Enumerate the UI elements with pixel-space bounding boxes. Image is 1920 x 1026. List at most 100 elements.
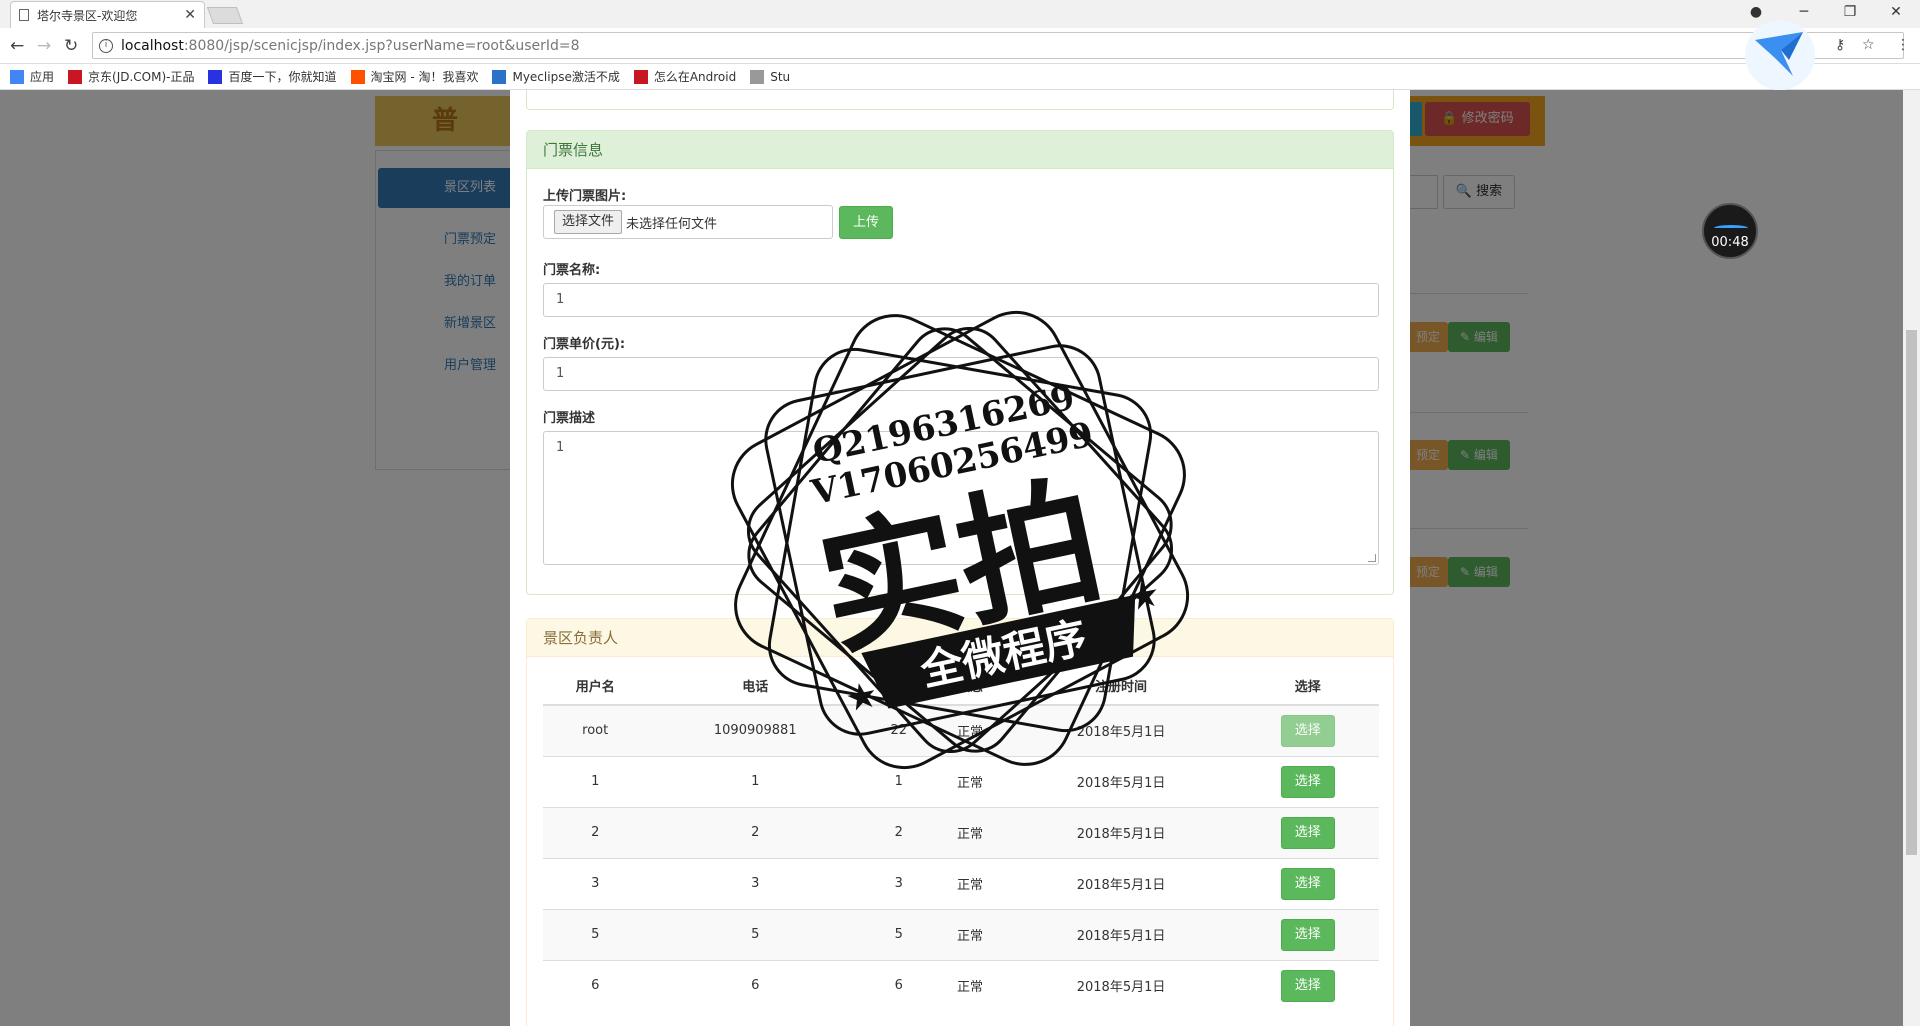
close-window-button[interactable]: ✕	[1876, 4, 1916, 20]
key-icon[interactable]: ⚷	[1835, 37, 1845, 53]
cell-phone: 1090909881	[647, 704, 864, 756]
bookmark-icon	[492, 69, 507, 84]
ticket-info-heading: 门票信息	[527, 131, 1393, 169]
column-header: 注册时间	[1005, 667, 1237, 706]
bookmark-item[interactable]: 百度一下，你就知道	[208, 68, 337, 85]
bookmark-icon	[68, 69, 83, 84]
upload-button[interactable]: 上传	[839, 206, 893, 239]
column-header: 邮箱	[863, 667, 935, 706]
cell-registered: 2018年5月1日	[1005, 755, 1237, 807]
browser-tab[interactable]: 塔尔寺景区-欢迎您 ✕	[10, 1, 205, 28]
bookmark-item[interactable]: 怎么在Android	[633, 68, 736, 85]
info-icon[interactable]: i	[99, 38, 113, 53]
forward-icon[interactable]: →	[37, 36, 51, 56]
cell-action: 选择	[1236, 908, 1379, 960]
select-user-button[interactable]: 选择	[1280, 765, 1335, 798]
bookmark-label: 淘宝网 - 淘！我喜欢	[370, 70, 479, 84]
table-row: 1 1 1 正常 2018年5月1日 选择	[543, 755, 1379, 807]
bookmark-icon	[750, 69, 765, 84]
cell-email: 22	[863, 704, 935, 756]
bookmark-label: 百度一下，你就知道	[228, 70, 337, 84]
bookmark-icon	[633, 69, 648, 84]
cell-phone: 5	[647, 908, 864, 960]
select-user-button[interactable]: 选择	[1280, 714, 1335, 747]
cell-username: 6	[543, 959, 648, 1011]
column-header: 选择	[1236, 667, 1379, 706]
cell-action: 选择	[1236, 755, 1379, 807]
new-tab-button[interactable]	[206, 7, 244, 24]
column-header: 状态	[934, 667, 1006, 706]
cell-registered: 2018年5月1日	[1005, 704, 1237, 756]
ticket-desc-value: 1	[556, 440, 565, 455]
bird-logo-icon	[1745, 20, 1815, 90]
profile-icon[interactable]: ●	[1736, 4, 1776, 20]
ticket-desc-label: 门票描述	[543, 411, 596, 426]
column-header: 电话	[647, 667, 864, 706]
bookmark-item[interactable]: 淘宝网 - 淘！我喜欢	[350, 68, 479, 85]
address-bar[interactable]: i localhost:8080/jsp/scenicjsp/index.jsp…	[92, 32, 1904, 59]
apps-icon	[10, 69, 24, 84]
bookmark-label: 应用	[30, 70, 55, 84]
cell-username: 5	[543, 908, 648, 960]
browser-toolbar: ← → ↻ i localhost:8080/jsp/scenicjsp/ind…	[0, 28, 1920, 64]
bookmark-label: Stu	[770, 69, 791, 84]
page-icon	[19, 9, 29, 21]
choose-file-button[interactable]: 选择文件	[554, 210, 623, 234]
back-icon[interactable]: ←	[10, 36, 24, 56]
cell-action: 选择	[1236, 806, 1379, 858]
select-user-button[interactable]: 选择	[1280, 867, 1335, 900]
cell-phone: 6	[647, 959, 864, 1011]
file-input[interactable]: 选择文件 未选择任何文件	[543, 205, 833, 239]
ticket-desc-textarea[interactable]: 1	[543, 431, 1379, 565]
bookmark-item[interactable]: Stu	[750, 69, 791, 84]
previous-panel-edge	[526, 90, 1394, 110]
cell-username: 2	[543, 806, 648, 858]
select-user-button[interactable]: 选择	[1280, 816, 1335, 849]
recording-timer: 00:48	[1702, 203, 1758, 259]
bookmark-item[interactable]: 应用	[10, 68, 54, 85]
table-row: 3 3 3 正常 2018年5月1日 选择	[543, 857, 1379, 909]
ticket-name-label: 门票名称:	[543, 263, 601, 278]
cell-phone: 2	[647, 806, 864, 858]
cell-email: 6	[863, 959, 935, 1011]
close-tab-icon[interactable]: ✕	[184, 7, 196, 23]
ticket-price-input[interactable]: 1	[543, 357, 1379, 391]
cell-registered: 2018年5月1日	[1005, 908, 1237, 960]
reload-icon[interactable]: ↻	[64, 36, 78, 56]
ticket-name-input[interactable]: 1	[543, 283, 1379, 317]
url-path: :8080/jsp/scenicjsp/index.jsp?userName=r…	[183, 37, 580, 54]
bookmark-label: 京东(JD.COM)-正品	[88, 70, 195, 84]
scenic-manager-panel: 景区负责人 用户名 电话 邮箱 状态 注册时间 选择 root 109090988…	[526, 618, 1394, 1026]
browser-tab-bar: 塔尔寺景区-欢迎您 ✕ ● ─ ❐ ✕	[0, 0, 1920, 28]
upload-label: 上传门票图片:	[543, 189, 627, 204]
scrollbar-thumb[interactable]	[1906, 330, 1917, 855]
select-user-button[interactable]: 选择	[1280, 969, 1335, 1002]
bookmark-item[interactable]: 京东(JD.COM)-正品	[68, 68, 194, 85]
cell-phone: 3	[647, 857, 864, 909]
wave-icon	[1714, 225, 1748, 231]
cell-status: 正常	[934, 755, 1006, 807]
manager-table: 用户名 电话 邮箱 状态 注册时间 选择 root 1090909881 22 正常 2…	[543, 667, 1379, 1011]
table-row: 6 6 6 正常 2018年5月1日 选择	[543, 959, 1379, 1011]
cell-email: 1	[863, 755, 935, 807]
bookmarks-bar: 应用 京东(JD.COM)-正品 百度一下，你就知道 淘宝网 - 淘！我喜欢 Myecl…	[0, 64, 1920, 90]
bookmark-icon	[208, 69, 223, 84]
cell-username: root	[543, 704, 648, 756]
table-row: 5 5 5 正常 2018年5月1日 选择	[543, 908, 1379, 960]
restore-button[interactable]: ❐	[1830, 4, 1870, 20]
bookmark-item[interactable]: Myeclipse激活不成	[492, 68, 620, 85]
ticket-info-panel: 门票信息 上传门票图片: 选择文件 未选择任何文件 上传 门票名称: 1 门票单…	[526, 130, 1394, 595]
star-icon[interactable]: ☆	[1862, 37, 1875, 53]
tab-title: 塔尔寺景区-欢迎您	[37, 8, 138, 23]
url-host: localhost	[121, 37, 184, 54]
cell-status: 正常	[934, 959, 1006, 1011]
minimize-button[interactable]: ─	[1784, 4, 1824, 20]
cell-status: 正常	[934, 806, 1006, 858]
resize-handle-icon[interactable]	[1368, 554, 1376, 562]
select-user-button[interactable]: 选择	[1280, 918, 1335, 951]
page: 普 🔒 修改密码 景区列表 门票预定 我的订单 新增景区 用户管理 🔍 搜索 预…	[0, 90, 1920, 1026]
file-status: 未选择任何文件	[626, 216, 718, 232]
cell-status: 正常	[934, 908, 1006, 960]
menu-icon[interactable]: ⋮	[1896, 37, 1910, 53]
table-row: 2 2 2 正常 2018年5月1日 选择	[543, 806, 1379, 858]
